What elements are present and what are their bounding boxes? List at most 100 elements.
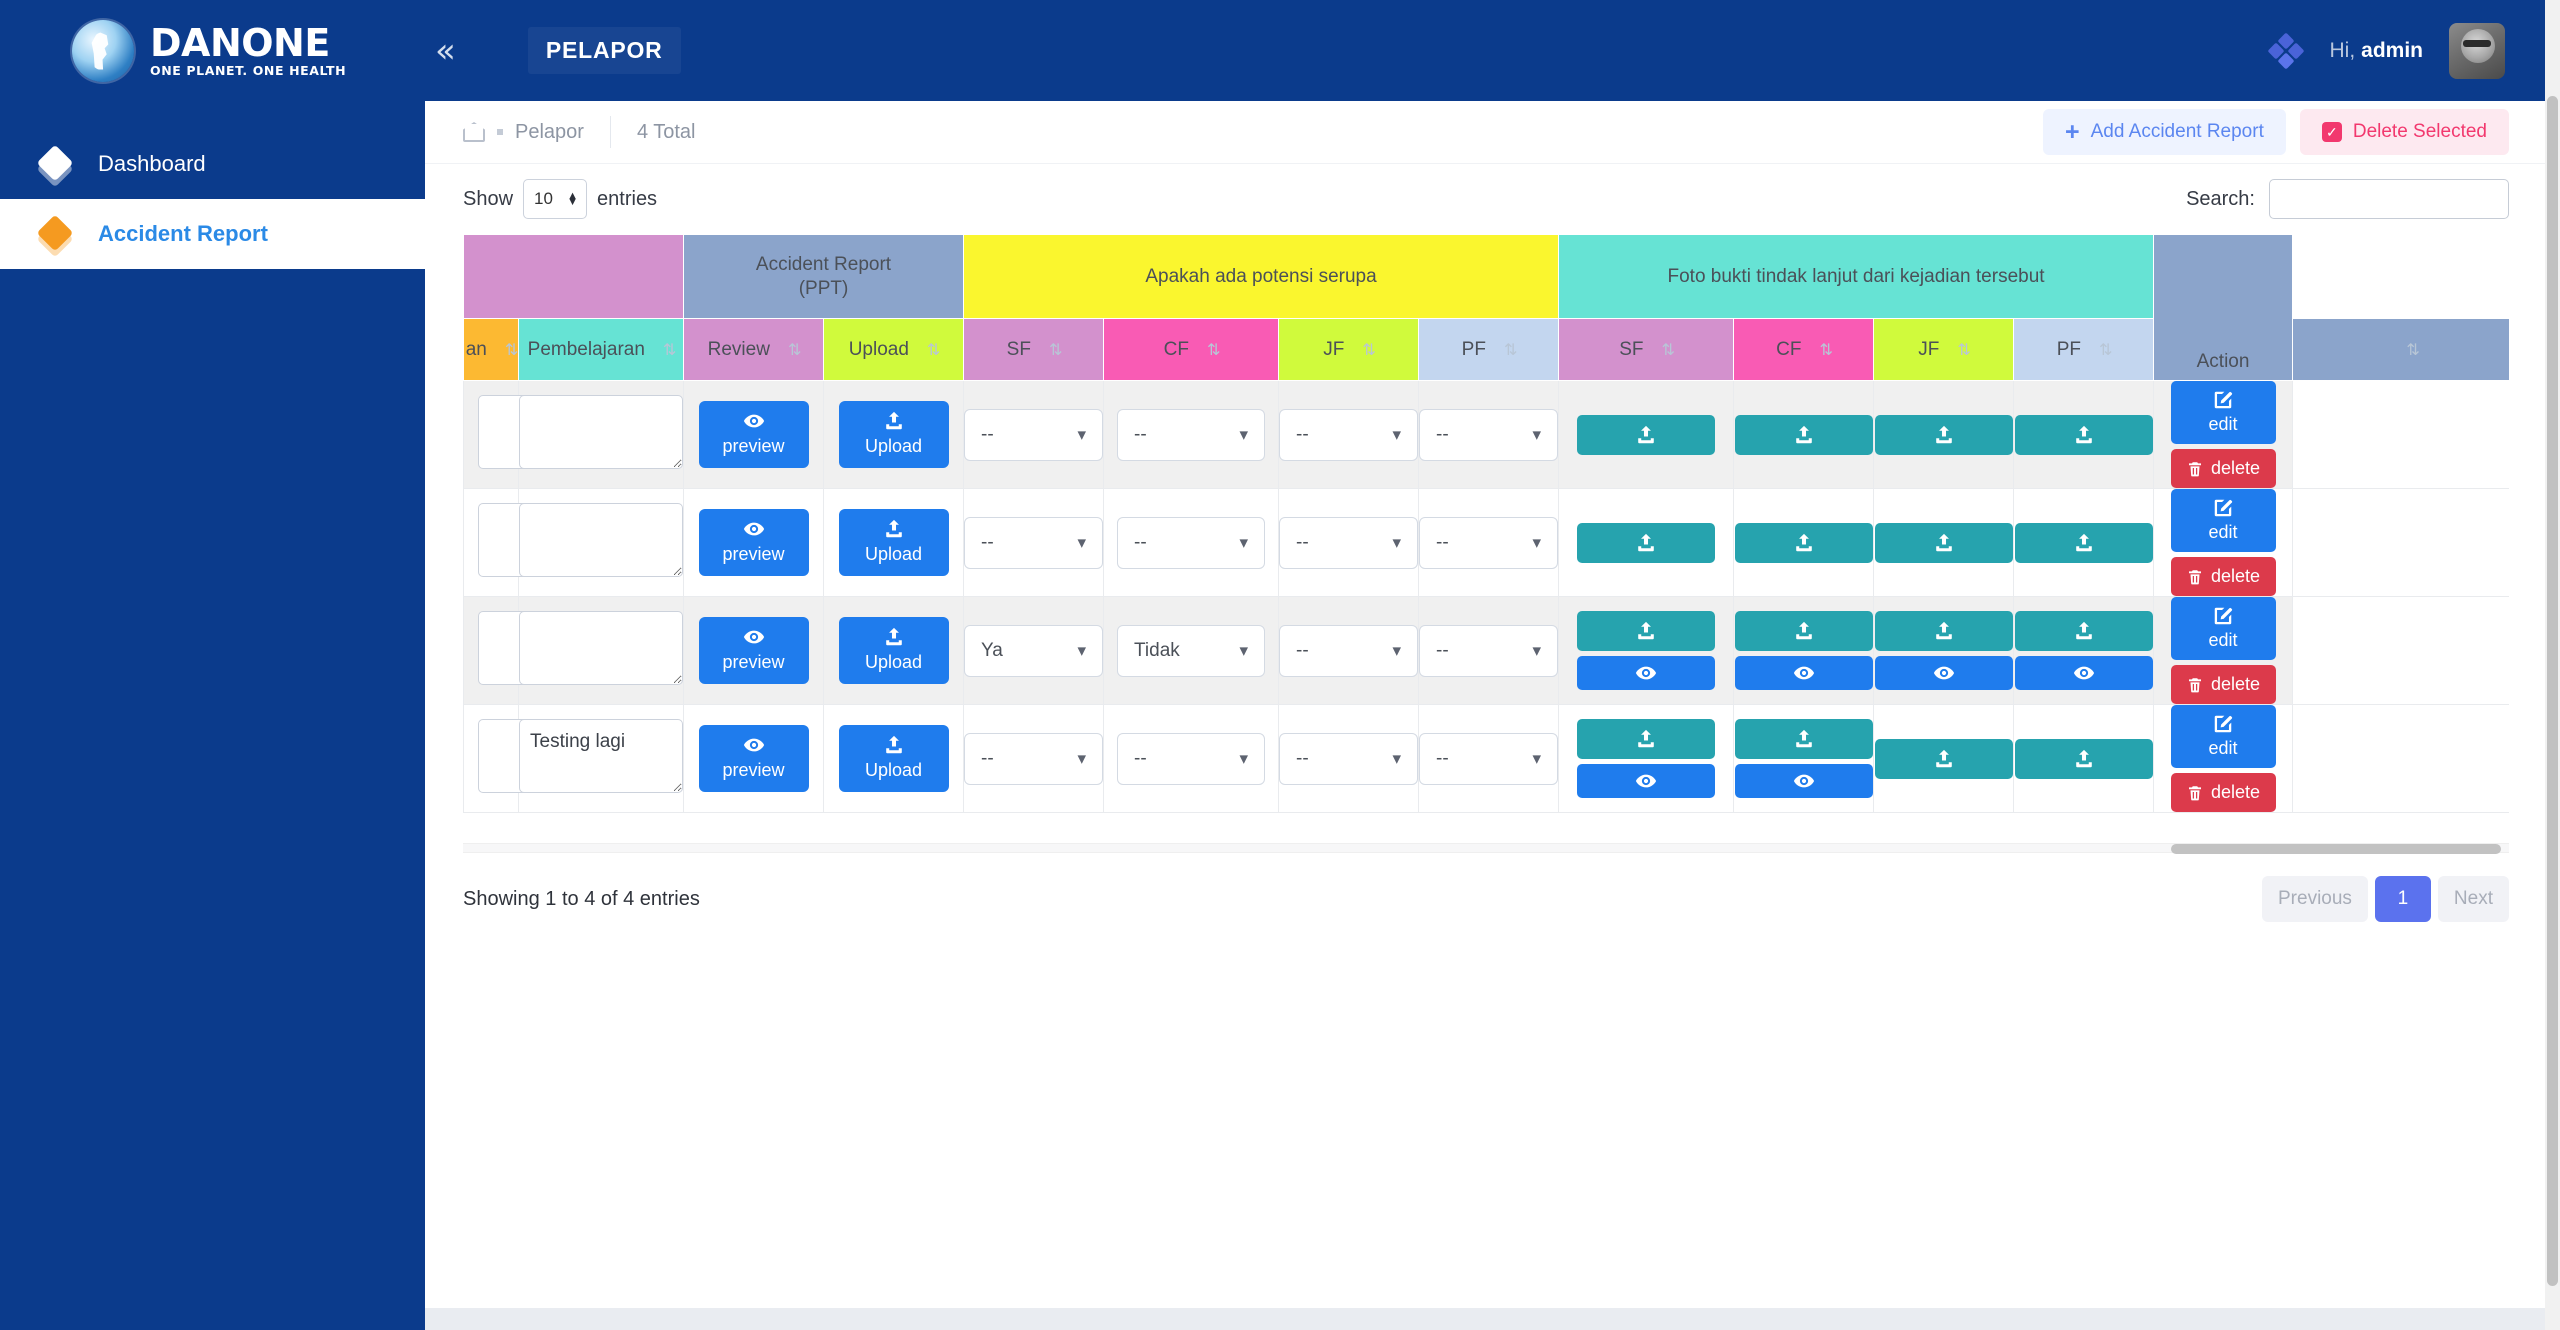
foto-upload-button[interactable] (2014, 522, 2153, 563)
table-scroll-region[interactable]: Accident Report (PPT) Apakah ada potensi … (463, 234, 2509, 813)
column-header-potensi-cf[interactable]: CF ⇅ (1103, 318, 1279, 381)
preview-button[interactable]: preview (698, 401, 809, 468)
potensi-select[interactable]: -- ▾ (964, 732, 1103, 785)
potensi-select[interactable]: -- ▾ (1419, 624, 1559, 677)
foto-upload-button[interactable] (1734, 522, 1873, 563)
potensi-cell-1: Tidak ▾ (1103, 596, 1279, 705)
delete-button[interactable]: delete (2170, 665, 2276, 704)
pagination-previous[interactable]: Previous (2262, 876, 2368, 922)
column-header-foto-sf[interactable]: SF ⇅ (1558, 318, 1735, 381)
sidebar-item-accident-report[interactable]: Accident Report (0, 199, 425, 269)
column-header-foto-pf[interactable]: PF ⇅ (2013, 318, 2155, 381)
search-input[interactable] (2269, 179, 2509, 219)
preview-button[interactable]: preview (698, 509, 809, 576)
foto-preview-button[interactable] (1577, 764, 1716, 798)
horizontal-scrollbar-thumb[interactable] (2171, 844, 2501, 854)
potensi-select[interactable]: -- ▾ (964, 516, 1103, 569)
delete-selected-button[interactable]: ✓ Delete Selected (2299, 109, 2509, 155)
column-header-upload[interactable]: Upload ⇅ (823, 318, 964, 381)
entries-label: entries (597, 187, 658, 210)
foto-upload-button[interactable] (1577, 611, 1716, 651)
column-header-foto-jf[interactable]: JF ⇅ (1873, 318, 2015, 381)
upload-button[interactable]: Upload (838, 725, 949, 792)
foto-upload-button[interactable] (1874, 522, 2013, 563)
edit-button[interactable]: edit (2170, 489, 2276, 552)
foto-upload-button[interactable] (1734, 414, 1873, 455)
diamond-cluster-icon[interactable] (2267, 32, 2305, 69)
record-total: 4 Total (636, 120, 696, 143)
foto-upload-button[interactable] (2014, 611, 2153, 651)
potensi-select[interactable]: -- ▾ (1117, 732, 1265, 785)
foto-upload-button[interactable] (1874, 414, 2013, 455)
column-label: SF (1006, 338, 1031, 360)
foto-upload-button[interactable] (1874, 738, 2013, 779)
delete-button[interactable]: delete (2170, 773, 2276, 812)
pembelajaran-textarea[interactable]: Testing lagi (519, 719, 683, 793)
preview-button[interactable]: preview (698, 725, 809, 792)
foto-upload-button[interactable] (2014, 738, 2153, 779)
preview-button[interactable]: preview (698, 617, 809, 684)
column-header-potensi-sf[interactable]: SF ⇅ (963, 318, 1104, 381)
breadcrumb-current[interactable]: Pelapor (515, 121, 584, 144)
greeting-label: Hi, (2329, 38, 2356, 62)
potensi-select[interactable]: -- ▾ (1419, 732, 1559, 785)
upload-button[interactable]: Upload (838, 617, 949, 684)
potensi-select[interactable]: -- ▾ (1279, 624, 1418, 677)
column-header-potensi-pf[interactable]: PF ⇅ (1417, 318, 1560, 381)
potensi-select[interactable]: -- ▾ (1279, 408, 1418, 461)
column-header-pembelajaran[interactable]: Pembelajaran ⇅ (518, 318, 684, 381)
potensi-select[interactable]: -- ▾ (1419, 408, 1559, 461)
chevrons-left-icon[interactable]: « (435, 34, 456, 68)
delete-button[interactable]: delete (2170, 557, 2276, 596)
edit-button[interactable]: edit (2170, 381, 2276, 444)
foto-cell-1 (1733, 488, 1875, 597)
page-scrollbar-thumb[interactable] (2547, 96, 2558, 1286)
column-header-potensi-jf[interactable]: JF ⇅ (1278, 318, 1419, 381)
pembelajaran-cell (518, 380, 684, 489)
home-icon[interactable] (463, 122, 485, 142)
page-tab-pelapor[interactable]: PELAPOR (527, 27, 681, 74)
potensi-select[interactable]: Tidak ▾ (1117, 624, 1265, 677)
foto-upload-button[interactable] (1577, 719, 1716, 759)
pagination-page-1[interactable]: 1 (2374, 876, 2431, 922)
upload-button[interactable]: Upload (838, 401, 949, 468)
pembelajaran-textarea[interactable] (519, 611, 683, 685)
column-header-action-sort[interactable]: ⇅ (2292, 318, 2509, 381)
upload-button[interactable]: Upload (838, 509, 949, 576)
sidebar-item-dashboard[interactable]: Dashboard (0, 129, 425, 199)
pagination-next[interactable]: Next (2437, 876, 2509, 922)
potensi-select[interactable]: -- ▾ (1279, 516, 1418, 569)
sort-icon: ⇅ (787, 339, 801, 359)
pembelajaran-textarea[interactable] (519, 503, 683, 577)
foto-preview-button[interactable] (1734, 764, 1873, 798)
delete-button[interactable]: delete (2170, 449, 2276, 488)
page-length-select[interactable]: 10 ▲ ▼ (523, 179, 588, 219)
column-header-review[interactable]: Review ⇅ (683, 318, 824, 381)
foto-upload-button[interactable] (1734, 719, 1873, 759)
foto-upload-button[interactable] (2014, 414, 2153, 455)
column-header-foto-cf[interactable]: CF ⇅ (1733, 318, 1875, 381)
foto-upload-button[interactable] (1874, 611, 2013, 651)
foto-preview-button[interactable] (2014, 656, 2153, 690)
potensi-select[interactable]: -- ▾ (1117, 516, 1265, 569)
potensi-select[interactable]: Ya ▾ (964, 624, 1103, 677)
foto-upload-button[interactable] (1577, 414, 1716, 455)
potensi-select[interactable]: -- ▾ (1419, 516, 1559, 569)
potensi-select[interactable]: -- ▾ (1279, 732, 1418, 785)
pembelajaran-textarea[interactable] (519, 395, 683, 469)
horizontal-scrollbar[interactable] (463, 843, 2509, 854)
foto-upload-button[interactable] (1577, 522, 1716, 563)
potensi-select[interactable]: -- ▾ (1117, 408, 1265, 461)
edit-button[interactable]: edit (2170, 705, 2276, 768)
foto-preview-button[interactable] (1577, 656, 1716, 690)
edit-button[interactable]: edit (2170, 597, 2276, 660)
foto-preview-button[interactable] (1874, 656, 2013, 690)
foto-preview-button[interactable] (1734, 656, 1873, 690)
add-accident-report-button[interactable]: + Add Accident Report (2043, 109, 2286, 155)
potensi-cell-0: -- ▾ (963, 488, 1104, 597)
potensi-select[interactable]: -- ▾ (964, 408, 1103, 461)
avatar[interactable] (2449, 22, 2505, 79)
foto-upload-button[interactable] (1734, 611, 1873, 651)
page-scrollbar[interactable] (2545, 0, 2560, 1330)
column-header-partial[interactable]: an ⇅ (463, 318, 519, 381)
